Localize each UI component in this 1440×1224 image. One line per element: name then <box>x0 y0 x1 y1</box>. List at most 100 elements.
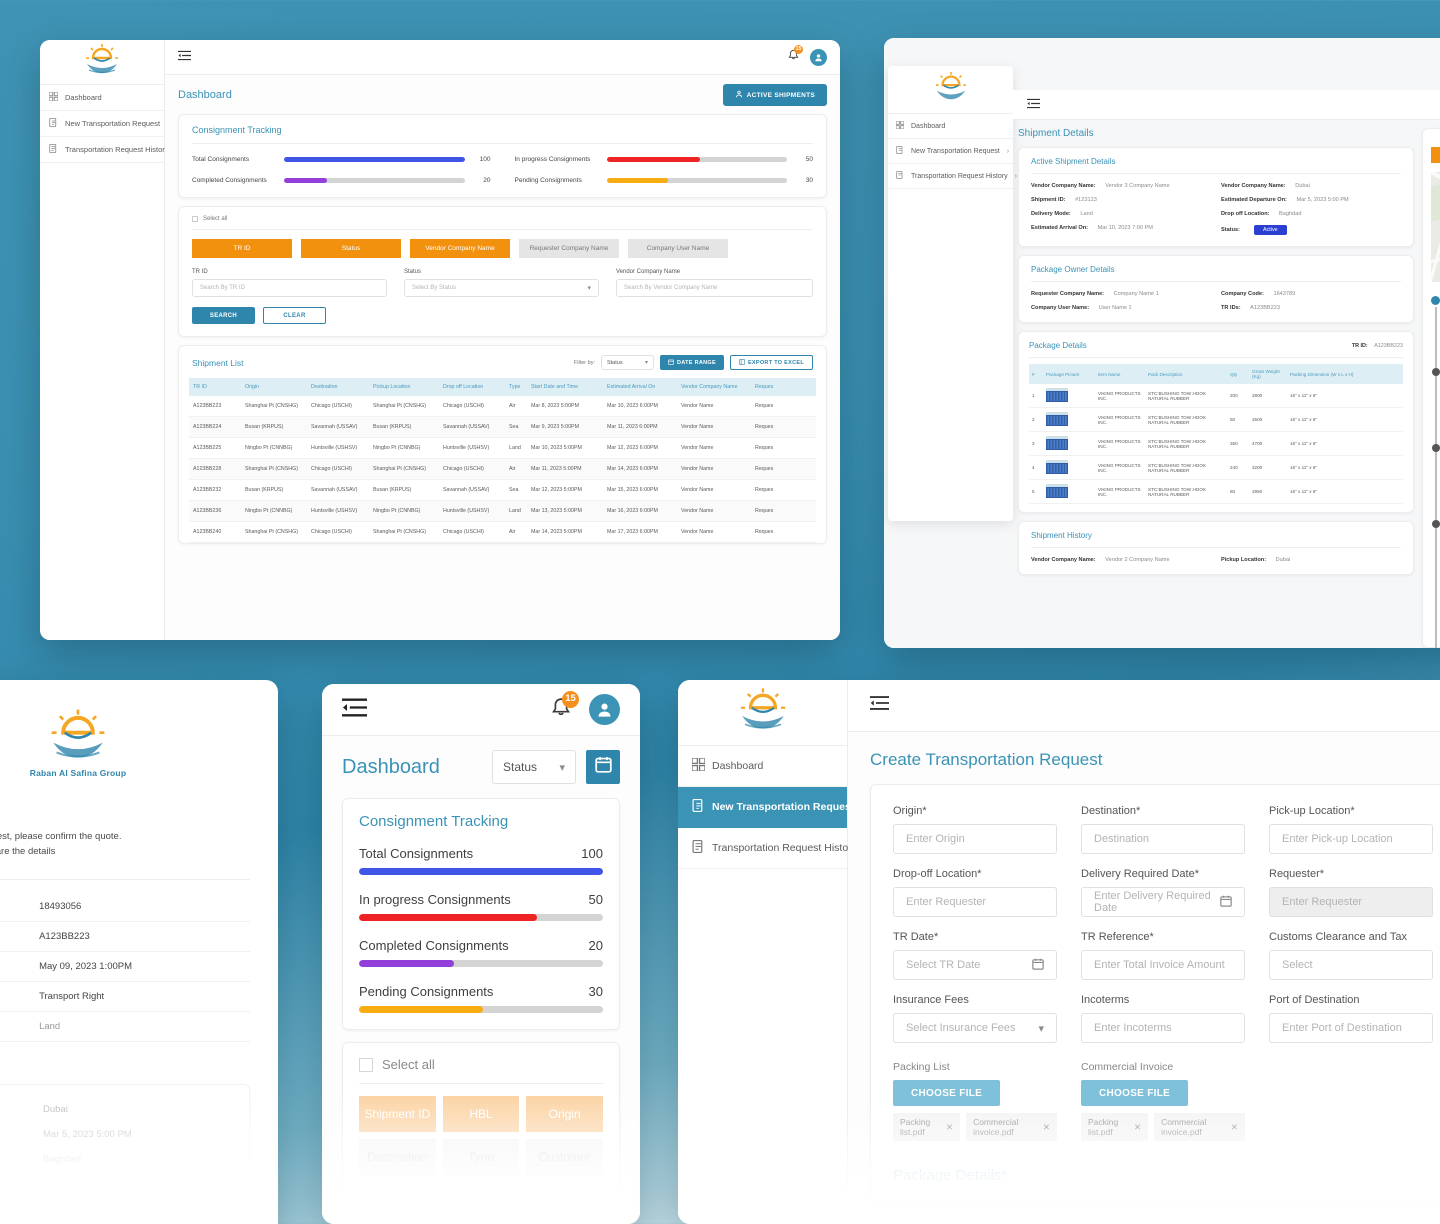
cell-tr-id: A123BB236 <box>189 500 241 522</box>
table-row[interactable]: A123BB224 Busan (KRPUS) Savannah (USSAV)… <box>189 416 816 438</box>
table-row[interactable]: A123BB240 Shanghai Pt (CNSHG) Chicago (U… <box>189 521 816 543</box>
delivery-required-date-input[interactable]: Enter Delivery Required Date <box>1081 887 1245 917</box>
filter-chip-customer[interactable]: Customer <box>526 1139 603 1175</box>
progress-row: Total Consignments 100 <box>192 156 491 163</box>
cell-requester: Reques <box>751 396 816 417</box>
cell-gross-weight: 4700 <box>1249 431 1287 456</box>
choose-file-button[interactable]: CHOOSE FILE <box>893 1080 1001 1106</box>
collapse-menu-icon[interactable] <box>178 48 191 66</box>
filter-chip-type[interactable]: Type <box>442 1139 520 1175</box>
destination-input[interactable]: Destination <box>1081 824 1245 854</box>
incoterms-input[interactable]: Enter Incoterms <box>1081 1013 1245 1043</box>
table-row[interactable]: 4 VIKING PRODUCTS INC. STC:BUSHING TOW H… <box>1029 455 1403 480</box>
status-select[interactable]: Status ▾ <box>492 750 576 784</box>
select-all-checkbox[interactable] <box>359 1057 373 1072</box>
calendar-icon[interactable] <box>1032 958 1044 973</box>
date-range-button[interactable]: DATE RANGE <box>659 355 724 370</box>
origin-input[interactable]: Enter Origin <box>893 824 1057 854</box>
table-row[interactable]: 5 VIKING PRODUCTS INC. STC:BUSHING TOW H… <box>1029 479 1403 504</box>
tr-reference-input[interactable]: Enter Total Invoice Amount <box>1081 950 1245 980</box>
cell-qty: 80 <box>1227 479 1249 504</box>
progress-value: 20 <box>483 177 491 184</box>
table-row[interactable]: A123BB236 Ningbo Pt (CNNBG) Huntsville (… <box>189 500 816 522</box>
active-shipments-button[interactable]: ACTIVE SHIPMENTS <box>722 84 827 106</box>
sidebar-item-new-transportation-request[interactable]: New Transportation Request › <box>678 787 865 828</box>
cell-vendor: Vendor Name <box>677 437 751 459</box>
placeholder: Search By Vendor Company Name <box>624 285 718 291</box>
calendar-button[interactable] <box>586 750 620 784</box>
filter-chip-tr-id[interactable]: TR ID <box>192 239 292 258</box>
requester-input[interactable]: Enter Requester <box>1269 887 1433 917</box>
shipment-map[interactable] <box>1431 172 1440 282</box>
dropoff-location-input[interactable]: Enter Requester <box>893 887 1057 917</box>
filter-chip-destination[interactable]: Destination <box>359 1139 436 1175</box>
clear-button[interactable]: CLEAR <box>263 307 326 324</box>
sidebar-item-dashboard[interactable]: Dashboard <box>40 85 164 111</box>
tr-date-input[interactable]: Select TR Date <box>893 950 1057 980</box>
sidebar-item-new-transportation-request[interactable]: New Transportation Request › <box>40 111 170 137</box>
kv-pair: Vendor Company Name: Dubai <box>1221 183 1401 189</box>
table-row[interactable]: A123BB232 Busan (KRPUS) Savannah (USSAV)… <box>189 479 816 501</box>
file-chip[interactable]: Commercial invoice.pdf ✕ <box>1154 1113 1245 1141</box>
date-range-label: DATE RANGE <box>676 359 716 366</box>
topbar-actions: 15 <box>551 690 620 725</box>
sidebar-item-dashboard[interactable]: Dashboard <box>888 114 1013 139</box>
map-action-chip[interactable] <box>1431 147 1440 163</box>
kv-value: Land <box>1080 211 1093 217</box>
table-row[interactable]: 1 VIKING PRODUCTS INC. STC:BUSHING TOW H… <box>1029 384 1403 408</box>
desktop-dashboard-window: Dashboard New Transportation Request › T… <box>40 40 840 640</box>
vendor-company-name-input[interactable]: Search By Vendor Company Name <box>616 279 813 297</box>
progress-row: Completed Consignments 20 <box>192 177 491 184</box>
close-icon[interactable]: ✕ <box>1134 1122 1141 1133</box>
filter-chip-company-user-name[interactable]: Company User Name <box>628 239 728 258</box>
kv-key <box>0 1154 43 1165</box>
filter-chip-origin[interactable]: Origin <box>526 1096 603 1132</box>
file-chip[interactable]: Packing list.pdf ✕ <box>893 1113 961 1141</box>
choose-file-button[interactable]: CHOOSE FILE <box>1081 1080 1189 1106</box>
collapse-menu-icon[interactable] <box>870 695 889 716</box>
avatar[interactable] <box>589 694 620 725</box>
file-chip[interactable]: Packing list.pdf ✕ <box>1081 1113 1149 1141</box>
export-to-excel-button[interactable]: EXPORT TO EXCEL <box>729 355 813 370</box>
close-icon[interactable]: ✕ <box>1231 1122 1238 1133</box>
file-name: Packing list.pdf <box>1088 1117 1119 1137</box>
table-row[interactable]: A123BB228 Shanghai Pt (CNSHG) Chicago (U… <box>189 458 816 480</box>
port-of-destination-input[interactable]: Enter Port of Destination <box>1269 1013 1433 1043</box>
kv-value: Company Name 1 <box>1113 291 1159 297</box>
table-row[interactable]: A123BB223 Shanghai Pt (CNSHG) Chicago (U… <box>189 396 816 417</box>
tr-id-input[interactable]: Search By TR ID <box>192 279 387 297</box>
file-chip[interactable]: Commercial invoice.pdf ✕ <box>966 1113 1057 1141</box>
filter-chip-status[interactable]: Status <box>301 239 401 258</box>
shipment-list-status-select[interactable]: Status ▾ <box>600 355 654 370</box>
sidebar-item-transportation-request-history[interactable]: Transportation Request History › <box>678 828 867 869</box>
sidebar-item-transportation-request-history[interactable]: Transportation Request History › <box>40 137 178 163</box>
calendar-icon[interactable] <box>1220 895 1232 910</box>
filter-chip-shipment-id[interactable]: Shipment ID <box>359 1096 436 1132</box>
avatar[interactable] <box>810 48 827 66</box>
cell-gross-weight: 2950 <box>1249 479 1287 504</box>
table-row[interactable]: 2 VIKING PRODUCTS INC. STC:BUSHING TOW H… <box>1029 407 1403 432</box>
filter-chip-vendor-company-name[interactable]: Vendor Company Name <box>410 239 510 258</box>
pickup-location-input[interactable]: Enter Pick-up Location <box>1269 824 1433 854</box>
select-all-checkbox[interactable] <box>192 216 198 222</box>
close-icon[interactable]: ✕ <box>946 1122 953 1133</box>
sidebar-item-new-transportation-request[interactable]: New Transportation Request › <box>888 139 1013 164</box>
sidebar-item-transportation-request-history[interactable]: Transportation Request History › <box>888 164 1017 189</box>
table-row[interactable]: 3 VIKING PRODUCTS INC. STC:BUSHING TOW H… <box>1029 431 1403 456</box>
sidebar-item-dashboard[interactable]: Dashboard <box>678 746 847 787</box>
filter-chip-requester-company-name[interactable]: Requester Company Name <box>519 239 619 258</box>
table-row[interactable]: A123BB225 Ningbo Pt (CNNBG) Huntsville (… <box>189 437 816 459</box>
filter-chip-hbl[interactable]: HBL <box>442 1096 520 1132</box>
cell-dropoff: Huntsville (USHSV) <box>439 437 505 459</box>
insurance-fees-select[interactable]: Select Insurance Fees ▾ <box>893 1013 1057 1043</box>
search-button[interactable]: SEARCH <box>192 307 255 324</box>
status-select[interactable]: Select By Status ▾ <box>404 279 599 297</box>
bell-icon[interactable]: 15 <box>788 45 803 66</box>
collapse-menu-icon[interactable] <box>342 697 367 723</box>
bell-icon[interactable]: 15 <box>551 690 579 723</box>
customs-clearance-input[interactable]: Select <box>1269 950 1433 980</box>
collapse-menu-icon[interactable] <box>1027 96 1040 114</box>
kv-pair: Shipment ID: #123123 <box>1031 197 1211 203</box>
cell-destination: Savannah (USSAV) <box>307 416 369 438</box>
close-icon[interactable]: ✕ <box>1043 1122 1050 1133</box>
